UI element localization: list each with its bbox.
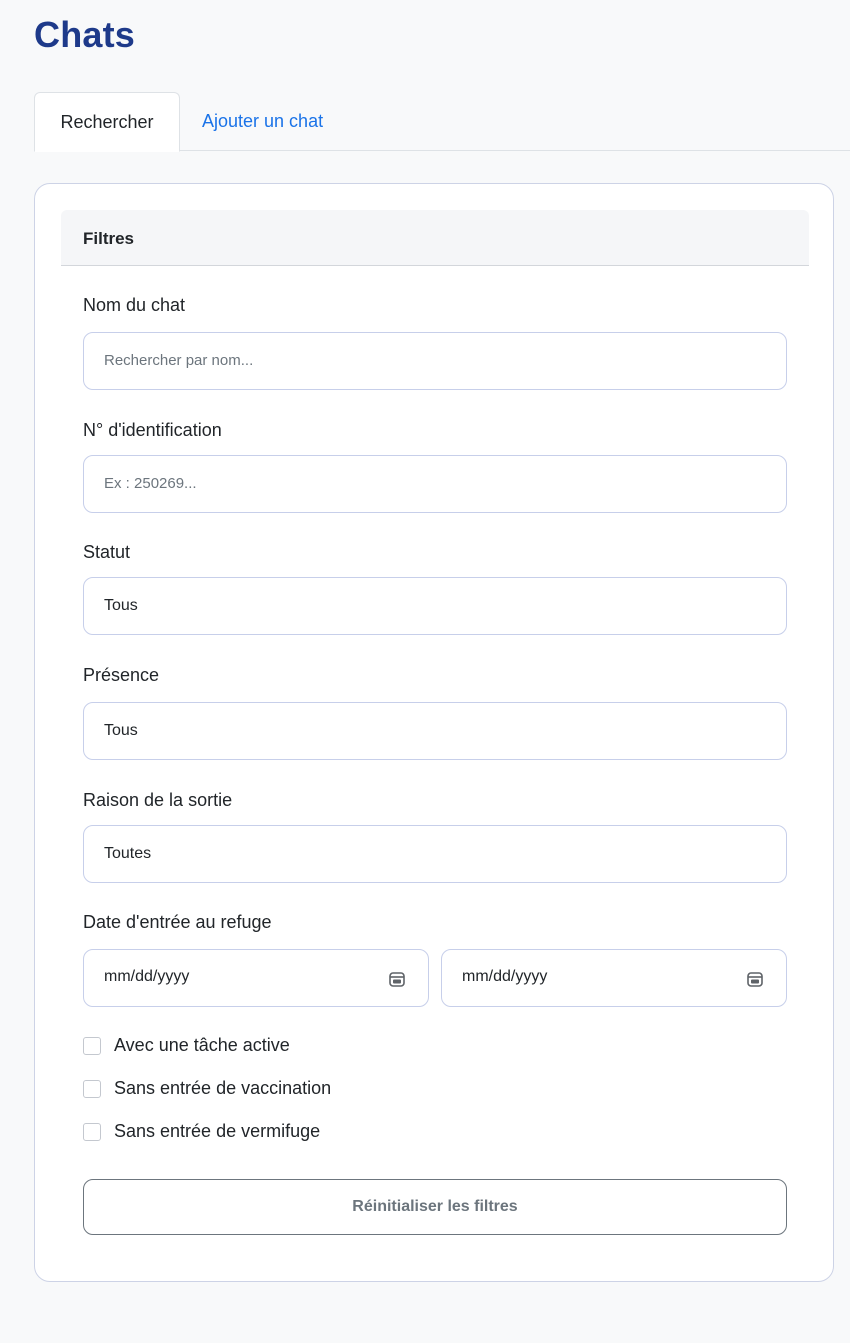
tab-search[interactable]: Rechercher bbox=[34, 92, 180, 152]
id-label: N° d'identification bbox=[83, 420, 222, 440]
status-selected-value: Tous bbox=[104, 597, 138, 614]
entry-date-to-input[interactable]: mm/dd/yyyy bbox=[441, 949, 787, 1007]
presence-label: Présence bbox=[83, 665, 160, 685]
id-search-input[interactable] bbox=[83, 455, 787, 513]
entry-date-from-input[interactable]: mm/dd/yyyy bbox=[83, 949, 429, 1007]
no-vaccination-checkbox[interactable] bbox=[83, 1080, 101, 1098]
name-search-input[interactable] bbox=[83, 332, 787, 390]
no-vaccination-checkbox-label[interactable]: Sans entrée de vaccination bbox=[114, 1078, 331, 1099]
calendar-icon[interactable] bbox=[388, 970, 406, 988]
presence-selected-value: Tous bbox=[104, 722, 138, 739]
filters-title: Filtres bbox=[83, 229, 135, 248]
entry-date-label: Date d'entrée au refuge bbox=[83, 912, 272, 932]
date-to-placeholder: mm/dd/yyyy bbox=[462, 968, 548, 985]
date-from-placeholder: mm/dd/yyyy bbox=[104, 968, 190, 985]
exit-reason-select[interactable]: Toutes bbox=[83, 825, 787, 883]
reset-filters-button[interactable]: Réinitialiser les filtres bbox=[83, 1179, 787, 1235]
active-task-checkbox[interactable] bbox=[83, 1037, 101, 1055]
page: Chats Rechercher Ajouter un chat Filtres… bbox=[0, 0, 850, 1343]
active-task-checkbox-label[interactable]: Avec une tâche active bbox=[114, 1035, 290, 1056]
filters-header: Filtres bbox=[61, 210, 809, 266]
page-title: Chats bbox=[34, 14, 136, 55]
exit-reason-label: Raison de la sortie bbox=[83, 790, 233, 810]
status-select[interactable]: Tous bbox=[83, 577, 787, 635]
filters-card: Filtres Nom du chat N° d'identification … bbox=[34, 183, 834, 1282]
status-label: Statut bbox=[83, 542, 131, 562]
calendar-icon[interactable] bbox=[746, 970, 764, 988]
tab-add-cat[interactable]: Ajouter un chat bbox=[202, 92, 348, 151]
no-deworming-checkbox[interactable] bbox=[83, 1123, 101, 1141]
tab-bar: Rechercher Ajouter un chat bbox=[34, 92, 850, 152]
name-label: Nom du chat bbox=[83, 295, 186, 315]
no-deworming-checkbox-label[interactable]: Sans entrée de vermifuge bbox=[114, 1121, 320, 1142]
presence-select[interactable]: Tous bbox=[83, 702, 787, 760]
exit-reason-selected-value: Toutes bbox=[104, 845, 152, 862]
